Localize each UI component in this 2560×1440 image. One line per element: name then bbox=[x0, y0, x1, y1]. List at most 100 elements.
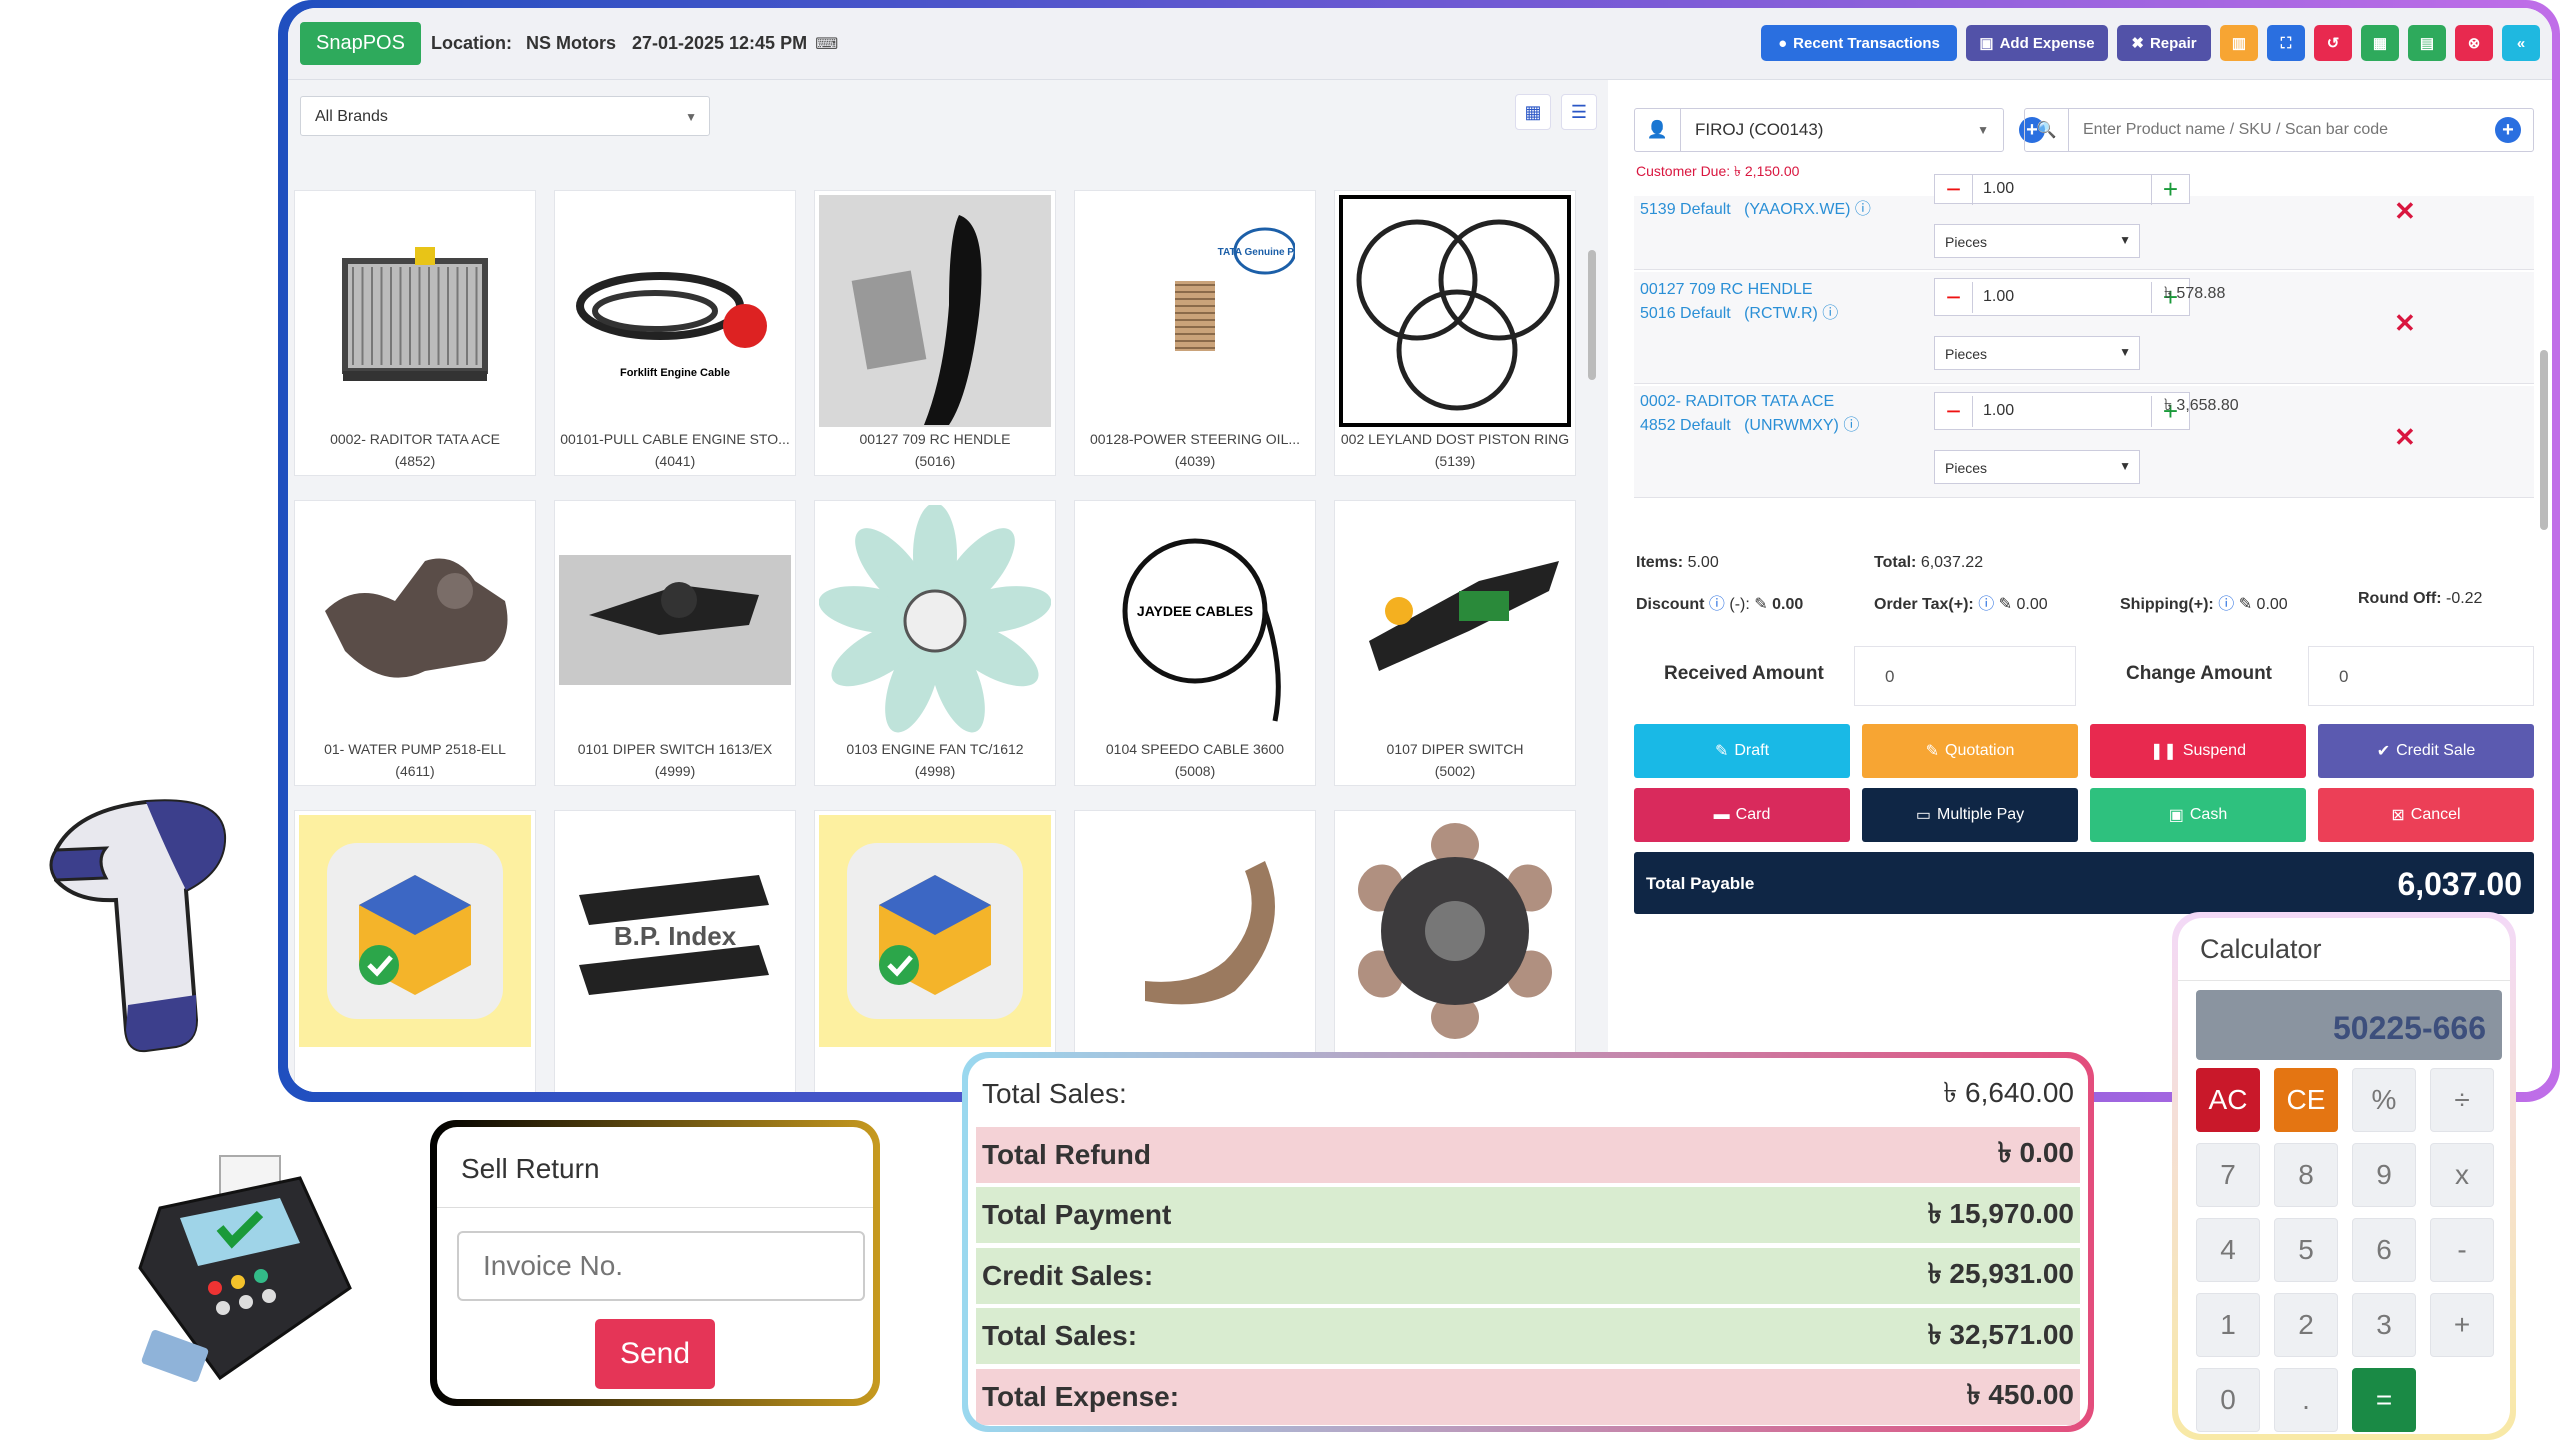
unit-select[interactable]: Pieces ▼ bbox=[1934, 450, 2140, 484]
remove-item-icon[interactable]: ✕ bbox=[2394, 422, 2416, 453]
invoice-number-input[interactable] bbox=[457, 1231, 865, 1301]
list-view-icon[interactable]: ☰ bbox=[1561, 94, 1597, 130]
grid-view-icon[interactable]: ▦ bbox=[1515, 94, 1551, 130]
suspend-button[interactable]: ❚❚ Suspend bbox=[2090, 724, 2306, 778]
product-scrollbar[interactable] bbox=[1588, 250, 1596, 380]
product-search[interactable]: 🔍 + bbox=[2024, 108, 2534, 152]
double-chevron-left-icon[interactable]: « bbox=[2502, 25, 2540, 61]
calc-key[interactable]: % bbox=[2352, 1068, 2416, 1132]
product-code: (4999) bbox=[654, 763, 696, 779]
calc-key[interactable]: 6 bbox=[2352, 1218, 2416, 1282]
location-label: Location: bbox=[430, 33, 512, 53]
item-price: ৳ 578.88 bbox=[2164, 285, 2226, 302]
check-icon: ✔ bbox=[2376, 743, 2391, 760]
customer-select[interactable]: 👤 FIROJ (CO0143) ▼ + bbox=[1634, 108, 2045, 152]
calc-key[interactable]: 7 bbox=[2196, 1143, 2260, 1207]
fullscreen-icon[interactable]: ⛶ bbox=[2267, 25, 2305, 61]
product-name: 00101-PULL CABLE ENGINE STO... bbox=[560, 431, 790, 447]
summary-value: ৳ 0.00 bbox=[1997, 1137, 2074, 1168]
calc-key[interactable]: 1 bbox=[2196, 1293, 2260, 1357]
document-icon[interactable]: ▤ bbox=[2408, 25, 2446, 61]
product-card[interactable]: 002 LEYLAND DOST PISTON RING (5139) bbox=[1334, 190, 1576, 476]
order-tax[interactable]: Order Tax(+): ⓘ ✎ 0.00 bbox=[1874, 590, 2048, 614]
sell-return-panel: Sell Return Send bbox=[430, 1120, 880, 1406]
credit-sale-button[interactable]: ✔ Credit Sale bbox=[2318, 724, 2534, 778]
product-card[interactable]: 01- WATER PUMP 2518-ELL (4611) bbox=[294, 500, 536, 786]
info-icon: ⓘ bbox=[1854, 201, 1871, 218]
add-expense-button[interactable]: ▣ Add Expense bbox=[1966, 25, 2108, 61]
remove-item-icon[interactable]: ✕ bbox=[2394, 196, 2416, 227]
repair-button[interactable]: ✖ Repair bbox=[2117, 25, 2211, 61]
received-amount-input[interactable]: 0 bbox=[1854, 646, 2076, 706]
product-name: 0107 DIPER SWITCH bbox=[1386, 741, 1524, 757]
calc-key[interactable]: + bbox=[2430, 1293, 2494, 1357]
calc-key[interactable]: CE bbox=[2274, 1068, 2338, 1132]
items-count: Items: 5.00 bbox=[1636, 554, 1719, 571]
product-code: (5008) bbox=[1174, 763, 1216, 779]
keyboard-icon[interactable]: ⌨ bbox=[815, 34, 838, 54]
calculator-icon[interactable]: ▦ bbox=[2361, 25, 2399, 61]
calc-key[interactable]: . bbox=[2274, 1368, 2338, 1432]
product-card[interactable]: 00127 709 RC HENDLE (5016) bbox=[814, 190, 1056, 476]
unit-select[interactable]: Pieces ▼ bbox=[1934, 336, 2140, 370]
product-card[interactable]: B.P. Index bbox=[554, 810, 796, 1092]
calc-key[interactable]: 5 bbox=[2274, 1218, 2338, 1282]
plus-icon: + bbox=[2151, 173, 2189, 205]
calc-key[interactable]: = bbox=[2352, 1368, 2416, 1432]
product-name: 002 LEYLAND DOST PISTON RING bbox=[1340, 431, 1570, 447]
product-card[interactable]: 0107 DIPER SWITCH (5002) bbox=[1334, 500, 1576, 786]
product-card[interactable]: 0002- RADITOR TATA ACE (4852) bbox=[294, 190, 536, 476]
send-button[interactable]: Send bbox=[595, 1319, 715, 1389]
discount[interactable]: Discount ⓘ (-): ✎ 0.00 bbox=[1636, 590, 1803, 614]
cart-item-title[interactable]: 5139 Default (YAAORX.WE) ⓘ bbox=[1640, 198, 1871, 222]
cash-button[interactable]: ▣ Cash bbox=[2090, 788, 2306, 842]
calc-key[interactable]: x bbox=[2430, 1143, 2494, 1207]
calc-key[interactable]: AC bbox=[2196, 1068, 2260, 1132]
product-search-input[interactable] bbox=[2069, 121, 2495, 139]
card-terminal-icon bbox=[138, 1155, 352, 1383]
calc-key[interactable]: 0 bbox=[2196, 1368, 2260, 1432]
cart-item-title[interactable]: 00127 709 RC HENDLE 5016 Default (RCTW.R)… bbox=[1640, 278, 1838, 326]
add-product-icon[interactable]: + bbox=[2495, 117, 2521, 143]
calc-key[interactable]: 8 bbox=[2274, 1143, 2338, 1207]
close-circle-icon[interactable]: ⊗ bbox=[2455, 25, 2493, 61]
product-card[interactable]: TATA Genuine Parts 00128-POWER STEERING O… bbox=[1074, 190, 1316, 476]
product-card[interactable]: JAYDEE CABLES 0104 SPEEDO CABLE 3600 (5008… bbox=[1074, 500, 1316, 786]
undo-icon[interactable]: ↺ bbox=[2314, 25, 2352, 61]
remove-item-icon[interactable]: ✕ bbox=[2394, 308, 2416, 339]
cart-total: Total: 6,037.22 bbox=[1874, 554, 1984, 571]
shipping[interactable]: Shipping(+): ⓘ ✎ 0.00 bbox=[2120, 590, 2288, 614]
recent-transactions-button[interactable]: ● Recent Transactions bbox=[1761, 25, 1957, 61]
product-card[interactable]: Forklift Engine Cable 00101-PULL CABLE EN… bbox=[554, 190, 796, 476]
product-card[interactable] bbox=[1334, 810, 1576, 1092]
product-card[interactable] bbox=[294, 810, 536, 1092]
product-card[interactable] bbox=[814, 810, 1056, 1092]
summary-value: ৳ 32,571.00 bbox=[1927, 1318, 2074, 1350]
cart-item-title[interactable]: 0002- RADITOR TATA ACE 4852 Default (UNRW… bbox=[1640, 390, 1859, 438]
cancel-button[interactable]: ⊠ Cancel bbox=[2318, 788, 2534, 842]
edit-icon: ✎ bbox=[1925, 743, 1939, 760]
quotation-button[interactable]: ✎ Quotation bbox=[1862, 724, 2078, 778]
calc-key[interactable]: 3 bbox=[2352, 1293, 2416, 1357]
calc-key[interactable]: 2 bbox=[2274, 1293, 2338, 1357]
card-button[interactable]: ▬ Card bbox=[1634, 788, 1850, 842]
calc-key[interactable]: ÷ bbox=[2430, 1068, 2494, 1132]
qty-stepper[interactable]: −1.00 + bbox=[1934, 173, 2190, 205]
svg-text:B.P. Index: B.P. Index bbox=[614, 921, 737, 951]
product-card[interactable]: 0103 ENGINE FAN TC/1612 (4998) bbox=[814, 500, 1056, 786]
multiple-pay-button[interactable]: ▭ Multiple Pay bbox=[1862, 788, 2078, 842]
calc-key[interactable]: 9 bbox=[2352, 1143, 2416, 1207]
product-card[interactable] bbox=[1074, 810, 1316, 1092]
calc-key[interactable]: 4 bbox=[2196, 1218, 2260, 1282]
product-card[interactable]: 0101 DIPER SWITCH 1613/EX (4999) bbox=[554, 500, 796, 786]
draft-button[interactable]: ✎ Draft bbox=[1634, 724, 1850, 778]
qty-stepper[interactable]: −1.00 + bbox=[1934, 278, 2190, 316]
unit-select[interactable]: Pieces ▼ bbox=[1934, 224, 2140, 258]
brand-filter-select[interactable]: All Brands ▼ bbox=[300, 96, 710, 136]
qty-stepper[interactable]: −1.00 + bbox=[1934, 392, 2190, 430]
product-image bbox=[299, 195, 531, 427]
summary-label: Total Expense: bbox=[982, 1380, 1180, 1412]
calc-key[interactable]: - bbox=[2430, 1218, 2494, 1282]
chart-icon[interactable]: ▥ bbox=[2220, 25, 2258, 61]
cart-scrollbar[interactable] bbox=[2540, 350, 2548, 530]
